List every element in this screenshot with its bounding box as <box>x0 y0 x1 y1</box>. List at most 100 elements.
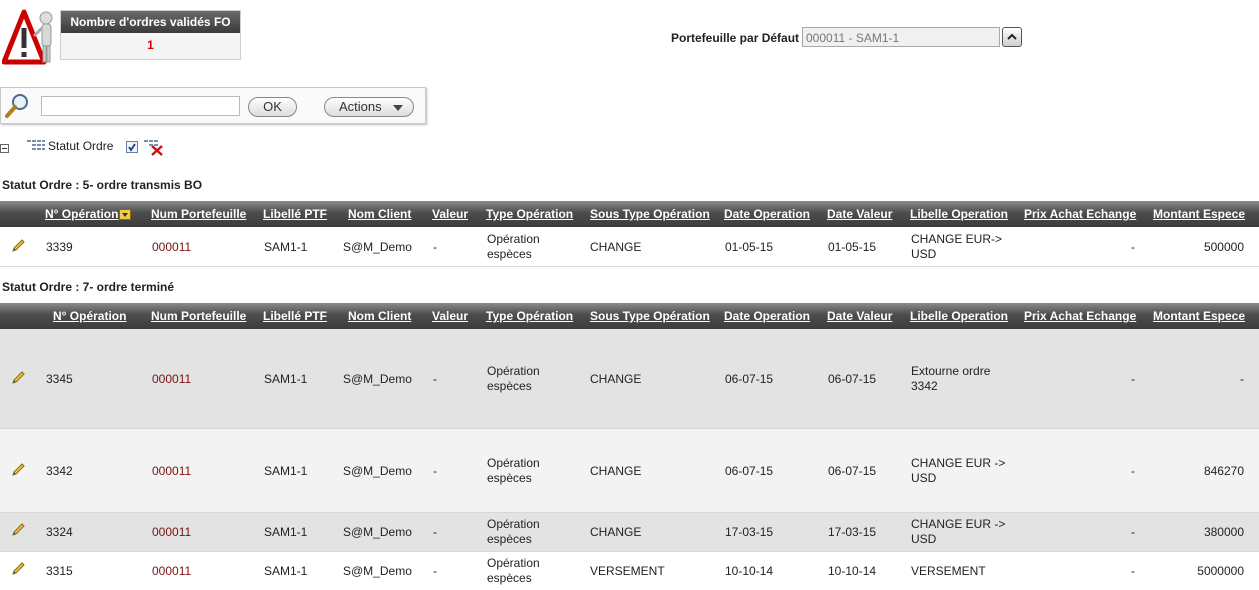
col-header-num-portefeuille[interactable]: Num Portefeuille <box>151 303 246 329</box>
cell-type-operation-line2: espèces <box>487 379 532 393</box>
cell-num-operation: 3342 <box>46 464 73 478</box>
col-header-num-operation[interactable]: N° Opération <box>53 303 126 329</box>
cell-sous-type-operation: CHANGE <box>590 525 642 539</box>
cell-montant-espece: 846270 <box>1203 464 1244 478</box>
cell-sous-type-operation: CHANGE <box>590 464 642 478</box>
cell-libelle-operation-line2: USD <box>911 471 937 485</box>
cell-prix-achat-echange: - <box>1131 564 1135 578</box>
sort-desc-icon[interactable] <box>119 209 131 220</box>
cell-num-portefeuille[interactable]: 000011 <box>152 240 191 255</box>
cell-prix-achat-echange: - <box>1131 464 1135 478</box>
cell-type-operation-line2: espèces <box>487 532 532 546</box>
cell-num-operation: 3339 <box>46 240 73 254</box>
cell-date-valeur: 01-05-15 <box>828 240 877 254</box>
col-header-date-valeur[interactable]: Date Valeur <box>827 201 892 227</box>
pencil-edit-icon[interactable] <box>10 561 26 577</box>
col-header-num-portefeuille[interactable]: Num Portefeuille <box>151 201 246 227</box>
col-header-valeur[interactable]: Valeur <box>432 303 468 329</box>
remove-grouping-icon[interactable] <box>144 138 164 156</box>
col-header-prix-achat-echange[interactable]: Prix Achat Echange <box>1024 303 1136 329</box>
cell-nom-client: S@M_Demo <box>343 240 412 254</box>
cell-type-operation-line1: Opération <box>487 456 540 470</box>
cell-type-operation-line1: Opération <box>487 364 540 378</box>
cell-libelle-operation-line1: CHANGE EUR -> <box>911 456 1006 470</box>
cell-libelle-operation-line1: CHANGE EUR-> <box>911 232 1003 246</box>
pencil-edit-icon[interactable] <box>10 462 26 478</box>
actions-button[interactable]: Actions <box>324 97 414 117</box>
col-header-montant-espece[interactable]: Montant Espece <box>1153 201 1245 227</box>
cell-num-portefeuille[interactable]: 000011 <box>152 525 191 540</box>
col-header-nom-client[interactable]: Nom Client <box>348 303 411 329</box>
grouping-field-label: Statut Ordre <box>48 139 114 153</box>
group-title: Statut Ordre : 5- ordre transmis BO <box>2 178 203 192</box>
ok-button[interactable]: OK <box>248 97 297 117</box>
cell-date-operation: 06-07-15 <box>725 464 774 478</box>
cell-date-valeur: 06-07-15 <box>828 372 877 386</box>
cell-libelle-ptf: SAM1-1 <box>264 525 308 539</box>
table-row[interactable]: 3324 000011 SAM1-1 S@M_Demo - Opération … <box>0 513 1259 552</box>
cell-type-operation-line1: Opération <box>487 556 540 570</box>
chevron-up-icon <box>1007 33 1017 40</box>
cell-date-operation: 17-03-15 <box>725 525 774 539</box>
col-header-date-operation[interactable]: Date Operation <box>724 201 810 227</box>
cell-sous-type-operation: CHANGE <box>590 372 642 386</box>
table-row[interactable]: 3315 000011 SAM1-1 S@M_Demo - Opération … <box>0 552 1259 590</box>
cell-num-portefeuille[interactable]: 000011 <box>152 372 191 387</box>
cell-date-operation: 01-05-15 <box>725 240 774 254</box>
cell-libelle-operation-line2: 3342 <box>911 379 938 393</box>
cell-montant-espece: 5000000 <box>1197 564 1244 578</box>
default-portfolio-select[interactable]: 000011 - SAM1-1 <box>802 27 1000 47</box>
cell-type-operation-line2: espèces <box>487 247 532 261</box>
cell-num-portefeuille[interactable]: 000011 <box>152 564 191 579</box>
col-header-libelle-ptf[interactable]: Libellé PTF <box>263 201 327 227</box>
cell-libelle-ptf: SAM1-1 <box>264 464 308 478</box>
col-header-libelle-operation[interactable]: Libelle Operation <box>910 201 1008 227</box>
cell-date-valeur: 06-07-15 <box>828 464 877 478</box>
table-header: N° Opération Num Portefeuille Libellé PT… <box>0 201 1259 227</box>
table-row[interactable]: 3339 000011 SAM1-1 S@M_Demo - Opération … <box>0 227 1259 267</box>
checkmark-icon <box>128 143 136 152</box>
fo-validated-count[interactable]: 1 <box>61 33 240 57</box>
cell-libelle-operation: VERSEMENT <box>911 564 986 578</box>
portfolio-dropdown-button[interactable] <box>1002 27 1022 47</box>
collapse-icon[interactable] <box>0 144 9 153</box>
cell-valeur: - <box>433 372 437 386</box>
table-header: N° Opération Num Portefeuille Libellé PT… <box>0 303 1259 329</box>
col-header-montant-espece[interactable]: Montant Espece <box>1153 303 1245 329</box>
cell-date-operation: 06-07-15 <box>725 372 774 386</box>
pencil-edit-icon[interactable] <box>10 522 26 538</box>
col-header-sous-type-operation[interactable]: Sous Type Opération <box>590 303 710 329</box>
pencil-edit-icon[interactable] <box>10 370 26 386</box>
cell-date-valeur: 17-03-15 <box>828 525 877 539</box>
col-header-sous-type-operation[interactable]: Sous Type Opération <box>590 201 710 227</box>
search-icon <box>5 94 28 118</box>
table-row[interactable]: 3342 000011 SAM1-1 S@M_Demo - Opération … <box>0 429 1259 513</box>
col-header-type-operation[interactable]: Type Opération <box>486 201 573 227</box>
cell-libelle-operation-line2: USD <box>911 532 937 546</box>
cell-num-portefeuille[interactable]: 000011 <box>152 464 191 479</box>
table-row[interactable]: 3345 000011 SAM1-1 S@M_Demo - Opération … <box>0 329 1259 429</box>
cell-montant-espece: 380000 <box>1203 525 1244 539</box>
cell-type-operation-line1: Opération <box>487 517 540 531</box>
col-header-type-operation[interactable]: Type Opération <box>486 303 573 329</box>
col-header-libelle-ptf[interactable]: Libellé PTF <box>263 303 327 329</box>
fo-validated-orders-panel: Nombre d'ordres validés FO 1 <box>60 10 241 60</box>
search-input[interactable] <box>41 96 240 116</box>
cell-prix-achat-echange: - <box>1131 372 1135 386</box>
cell-libelle-operation-line1: CHANGE EUR -> <box>911 517 1006 531</box>
col-header-prix-achat-echange[interactable]: Prix Achat Echange <box>1024 201 1136 227</box>
default-portfolio-label: Portefeuille par Défaut <box>671 31 800 45</box>
col-header-date-valeur[interactable]: Date Valeur <box>827 303 892 329</box>
cell-valeur: - <box>433 564 437 578</box>
pencil-edit-icon[interactable] <box>10 238 26 254</box>
col-header-num-operation[interactable]: N° Opération <box>45 201 118 227</box>
col-header-libelle-operation[interactable]: Libelle Operation <box>910 303 1008 329</box>
col-header-date-operation[interactable]: Date Operation <box>724 303 810 329</box>
col-header-nom-client[interactable]: Nom Client <box>348 201 411 227</box>
cell-libelle-ptf: SAM1-1 <box>264 240 308 254</box>
cell-montant-espece: - <box>1240 372 1244 386</box>
col-header-valeur[interactable]: Valeur <box>432 201 468 227</box>
cell-nom-client: S@M_Demo <box>343 464 412 478</box>
grouping-checkbox[interactable] <box>126 141 138 153</box>
cell-prix-achat-echange: - <box>1131 525 1135 539</box>
